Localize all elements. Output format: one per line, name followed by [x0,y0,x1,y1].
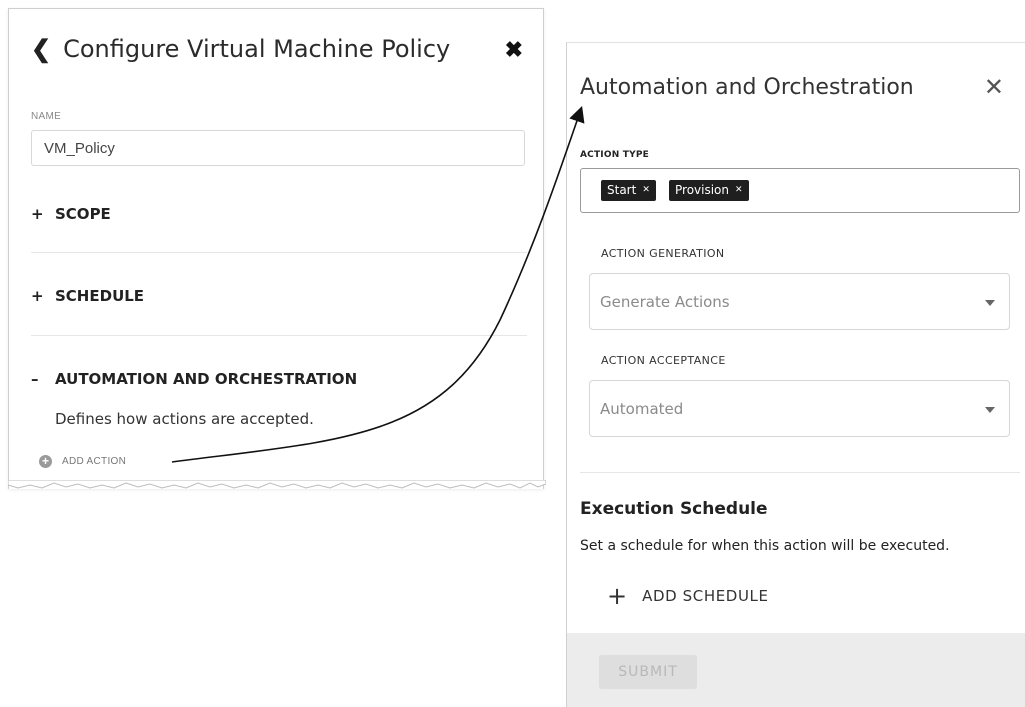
action-type-label: ACTION TYPE [580,150,649,160]
chevron-left-icon[interactable]: ❮ [31,35,51,64]
tag-label: Provision [675,183,730,197]
panel-footer: SUBMIT [567,633,1025,707]
submit-button[interactable]: SUBMIT [599,655,697,689]
divider [31,335,527,336]
section-description: Defines how actions are accepted. [55,410,314,428]
collapse-icon: – [31,370,39,388]
configure-policy-card: ❮ Configure Virtual Machine Policy ✖ NAM… [8,8,544,489]
caret-down-icon [985,407,995,413]
section-label: SCHEDULE [55,287,145,305]
divider [580,472,1020,473]
section-label: AUTOMATION AND ORCHESTRATION [55,370,358,388]
panel-title: Automation and Orchestration [580,75,914,100]
action-generation-select[interactable]: Generate Actions [589,273,1010,330]
add-action-label: ADD ACTION [62,456,127,467]
selected-value: Generate Actions [600,293,730,311]
execution-schedule-description: Set a schedule for when this action will… [580,538,950,554]
selected-value: Automated [600,400,684,418]
remove-tag-icon[interactable]: ✕ [735,180,743,201]
section-label: SCOPE [55,205,111,223]
tag-provision[interactable]: Provision ✕ [669,180,749,201]
card-header: ❮ Configure Virtual Machine Policy ✖ [31,29,525,69]
tag-label: Start [607,183,637,197]
plus-circle-icon: + [39,455,52,468]
expand-icon: + [31,287,44,305]
section-automation[interactable]: – AUTOMATION AND ORCHESTRATION [31,370,357,388]
action-type-input[interactable]: Start ✕ Provision ✕ [580,168,1020,213]
expand-icon: + [31,205,44,223]
name-label: NAME [31,111,62,122]
remove-tag-icon[interactable]: ✕ [642,180,650,201]
action-acceptance-label: ACTION ACCEPTANCE [601,354,726,367]
add-schedule-label: ADD SCHEDULE [642,587,769,605]
tag-start[interactable]: Start ✕ [601,180,656,201]
close-icon[interactable]: ✕ [984,73,1004,101]
execution-schedule-title: Execution Schedule [580,499,768,519]
action-generation-label: ACTION GENERATION [601,247,725,260]
caret-down-icon [985,300,995,306]
action-acceptance-select[interactable]: Automated [589,380,1010,437]
plus-icon: + [607,582,628,610]
page-title: Configure Virtual Machine Policy [63,35,451,63]
torn-edge [8,480,546,489]
add-action-button[interactable]: + ADD ACTION [39,455,126,468]
section-scope[interactable]: + SCOPE [31,205,111,223]
close-icon[interactable]: ✖ [505,37,523,63]
name-field[interactable] [31,130,525,166]
automation-panel: Automation and Orchestration ✕ ACTION TY… [566,42,1025,707]
add-schedule-button[interactable]: + ADD SCHEDULE [607,584,769,608]
section-schedule[interactable]: + SCHEDULE [31,287,144,305]
divider [31,252,527,253]
